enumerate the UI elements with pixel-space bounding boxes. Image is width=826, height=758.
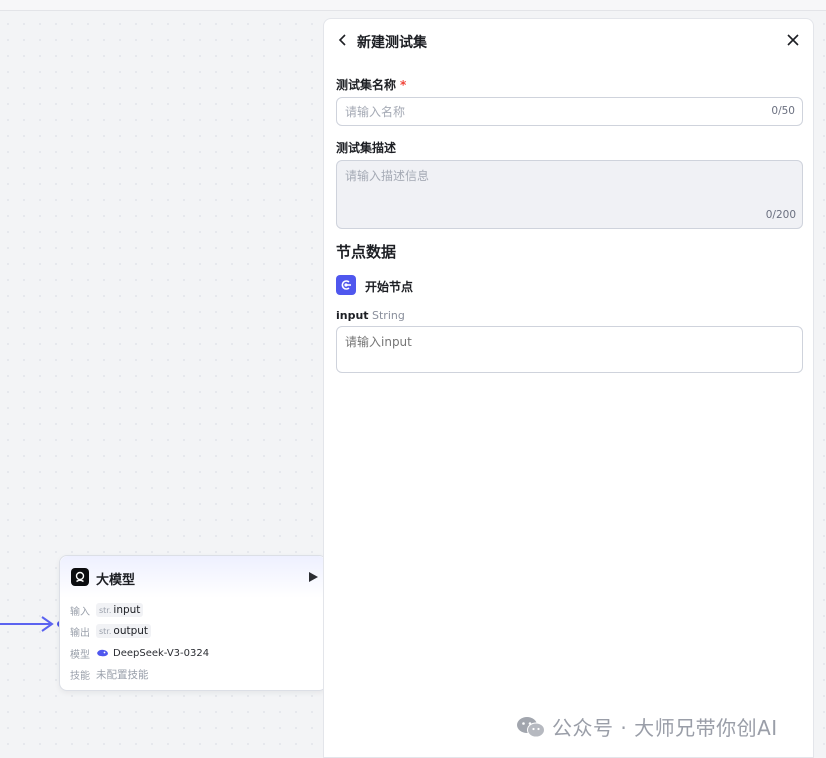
panel-title: 新建测试集 xyxy=(357,35,427,51)
param-field-wrapper xyxy=(336,326,803,373)
model-name: DeepSeek-V3-0324 xyxy=(113,647,210,659)
input-var-tag: str. input xyxy=(96,603,144,617)
var-name: input xyxy=(113,604,141,616)
watermark: 公众号 · 大师兄带你创AI xyxy=(516,712,778,741)
name-input[interactable] xyxy=(337,98,737,125)
llm-node[interactable]: 大模型 输入 str. input 输出 str. output 模型 Deep… xyxy=(59,555,327,691)
desc-counter: 0/200 xyxy=(765,209,796,221)
top-toolbar xyxy=(0,0,826,11)
watermark-text: 公众号 · 大师兄带你创AI xyxy=(552,716,778,740)
node-header: 大模型 xyxy=(60,556,326,598)
whale-icon xyxy=(97,649,108,657)
node-title: 大模型 xyxy=(96,573,136,588)
required-mark: * xyxy=(400,78,407,92)
param-name: input xyxy=(336,309,369,322)
var-type: str. xyxy=(99,627,112,636)
node-skill-row: 技能 未配置技能 xyxy=(70,666,149,682)
param-type: String xyxy=(372,309,405,322)
close-icon[interactable] xyxy=(785,32,801,48)
section-title: 节点数据 xyxy=(336,243,397,261)
llm-icon xyxy=(71,568,89,586)
name-label-text: 测试集名称 xyxy=(336,78,397,92)
name-field-wrapper: 0/50 xyxy=(336,97,803,126)
output-key: 输出 xyxy=(70,627,90,639)
desc-field-wrapper: 0/200 xyxy=(336,160,803,229)
back-icon[interactable] xyxy=(336,32,350,48)
skill-key: 技能 xyxy=(70,670,90,682)
desc-label: 测试集描述 xyxy=(336,141,397,155)
node-input-row: 输入 str. input xyxy=(70,602,144,618)
run-icon[interactable] xyxy=(309,572,318,582)
skill-value: 未配置技能 xyxy=(96,668,149,681)
node-model-row: 模型 DeepSeek-V3-0324 xyxy=(70,645,209,661)
param-input[interactable] xyxy=(337,327,802,372)
start-node-icon xyxy=(336,275,356,295)
var-type: str. xyxy=(99,606,112,615)
var-name: output xyxy=(113,625,149,637)
node-output-row: 输出 str. output xyxy=(70,623,152,639)
output-var-tag: str. output xyxy=(96,624,152,638)
new-test-set-panel: 新建测试集 测试集名称* 0/50 测试集描述 0/200 节点数据 开始节点 … xyxy=(323,18,814,758)
name-counter: 0/50 xyxy=(771,105,795,117)
model-key: 模型 xyxy=(70,649,90,661)
name-label: 测试集名称 * xyxy=(336,76,406,93)
start-node-label: 开始节点 xyxy=(365,280,414,294)
input-key: 输入 xyxy=(70,606,90,618)
wechat-icon xyxy=(517,716,545,737)
edge-arrow-icon xyxy=(41,616,54,632)
desc-textarea[interactable] xyxy=(337,161,802,209)
